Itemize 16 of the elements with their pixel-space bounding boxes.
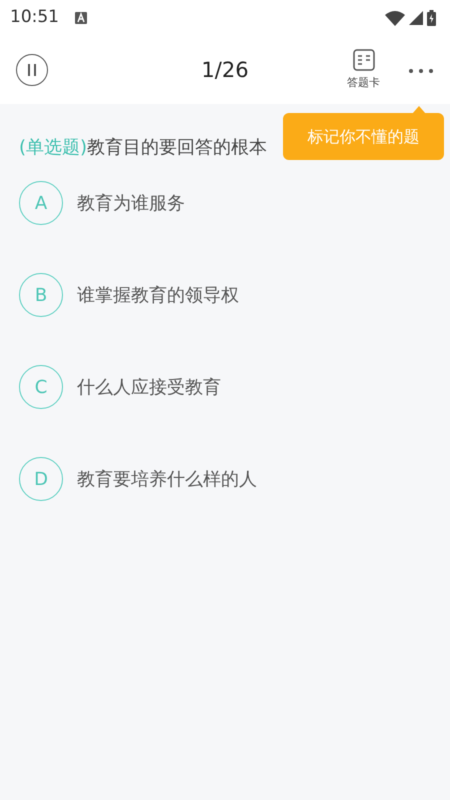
- more-icon: [408, 68, 434, 74]
- wifi-icon: [385, 10, 405, 26]
- signal-icon: [409, 11, 423, 25]
- question-text: (单选题)教育目的要回答的根本: [19, 136, 268, 160]
- answer-option[interactable]: B 谁掌握教育的领导权: [19, 273, 431, 317]
- notification-icon: [75, 12, 87, 24]
- battery-icon: [427, 10, 436, 26]
- answer-option[interactable]: D 教育要培养什么样的人: [19, 457, 431, 501]
- answer-option[interactable]: C 什么人应接受教育: [19, 365, 431, 409]
- pause-icon: [26, 63, 38, 77]
- pause-button[interactable]: [16, 54, 48, 86]
- answer-option[interactable]: A 教育为谁服务: [19, 181, 431, 225]
- status-time: 10:51: [10, 6, 59, 30]
- tooltip: 标记你不懂的题: [283, 113, 444, 160]
- answer-card-button[interactable]: 答题卡: [347, 48, 380, 92]
- list-icon: [352, 48, 374, 71]
